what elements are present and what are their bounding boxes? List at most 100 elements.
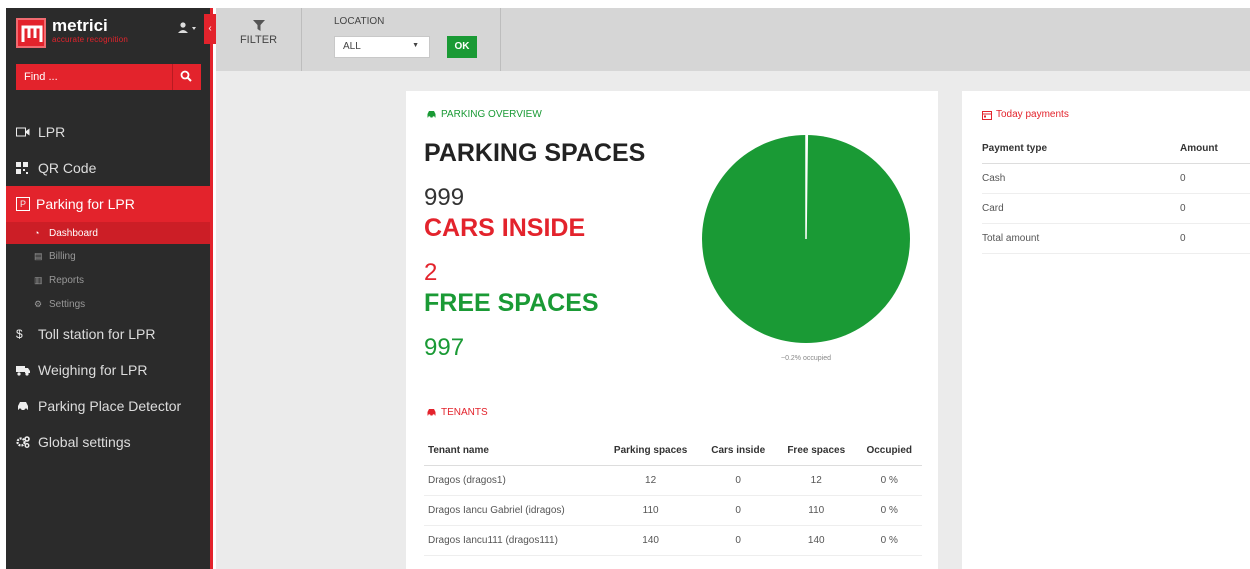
search-input[interactable] <box>16 64 171 90</box>
sidebar-item-label: Parking Place Detector <box>38 398 182 414</box>
dollar-icon: $ <box>16 327 23 341</box>
table-header-row: Tenant name Parking spaces Cars inside F… <box>424 437 922 466</box>
sidebar-item-label: LPR <box>38 124 66 140</box>
parking-spaces-cell: 140 <box>600 525 701 556</box>
location-label: LOCATION <box>334 16 385 27</box>
free-spaces-cell: 110 <box>776 495 857 526</box>
qrcode-icon <box>16 162 34 174</box>
user-menu-icon[interactable] <box>178 22 198 37</box>
cars-inside-cell: 0 <box>700 465 777 496</box>
truck-icon <box>16 365 34 376</box>
car-icon <box>16 401 34 412</box>
search-divider <box>172 64 173 90</box>
filter-button[interactable]: FILTER <box>216 8 302 71</box>
table-row[interactable]: Dragos Iancu Gabriel (idragos) 110 0 110… <box>424 495 922 526</box>
amount-cell: 0 <box>1180 223 1250 254</box>
sidebar-item-label: Parking for LPR <box>36 196 135 212</box>
app-name: metrici <box>52 16 108 35</box>
column-header: Free spaces <box>776 437 857 466</box>
tenants-title: TENANTS <box>426 407 488 418</box>
sidebar-item-parking-for-lpr[interactable]: P Parking for LPR <box>6 186 210 222</box>
brand: metrici accurate recognition <box>6 8 210 58</box>
main-content: PARKING OVERVIEW PARKING SPACES 999 CARS… <box>216 71 1250 569</box>
sidebar-item-label: Weighing for LPR <box>38 362 148 378</box>
sidebar-subitem-label: Settings <box>49 298 86 310</box>
section-title-text: Today payments <box>996 109 1069 120</box>
sidebar-subitem-billing[interactable]: ▤ Billing <box>6 244 210 268</box>
column-header: Payment type <box>982 135 1180 164</box>
parking-icon: P <box>16 197 30 211</box>
sidebar-item-lpr[interactable]: LPR <box>6 114 210 150</box>
bar-chart-icon: ▥ <box>34 274 43 285</box>
dashboard-icon: ◔ <box>34 228 40 238</box>
sidebar-item-parking-place-detector[interactable]: Parking Place Detector <box>6 388 210 424</box>
camera-icon <box>16 127 34 137</box>
sidebar-collapse-button[interactable]: ‹ <box>204 14 216 44</box>
amount-cell: 0 <box>1180 163 1250 194</box>
sidebar-subitem-settings[interactable]: ⚙ Settings <box>6 292 210 316</box>
column-header: Parking spaces <box>600 437 701 466</box>
free-spaces-cell: 12 <box>776 465 857 496</box>
billing-icon: ▤ <box>34 250 43 261</box>
chevron-down-icon: ▼ <box>412 42 419 49</box>
tenant-name-cell: Dragos (dragos1) <box>424 465 601 496</box>
payment-type-cell: Total amount <box>982 223 1180 254</box>
cars-inside-label: CARS INSIDE <box>424 214 586 242</box>
calendar-icon <box>982 110 992 120</box>
section-title-text: TENANTS <box>441 407 488 418</box>
table-row[interactable]: Dragos Iancu111 (dragos111) 140 0 140 0 … <box>424 525 922 556</box>
sidebar-item-toll-station[interactable]: $ Toll station for LPR <box>6 316 210 352</box>
parking-spaces-label: PARKING SPACES <box>424 139 646 167</box>
sidebar-item-label: Global settings <box>38 434 131 450</box>
parking-overview-title: PARKING OVERVIEW <box>426 109 542 120</box>
sidebar-item-global-settings[interactable]: Global settings <box>6 424 210 460</box>
search-icon <box>180 70 192 82</box>
table-row[interactable]: Dragos (dragos1) 12 0 12 0 % <box>424 465 922 496</box>
sidebar-item-qr-code[interactable]: QR Code <box>6 150 210 186</box>
parking-spaces-value: 999 <box>424 184 465 211</box>
sidebar-subitem-reports[interactable]: ▥ Reports <box>6 268 210 292</box>
parking-spaces-cell: 12 <box>600 465 701 496</box>
free-spaces-cell: 140 <box>776 525 857 556</box>
tenants-table: Tenant name Parking spaces Cars inside F… <box>424 437 922 556</box>
section-title-text: PARKING OVERVIEW <box>441 109 542 120</box>
table-row: Card 0 <box>982 193 1250 224</box>
metrici-logo-icon[interactable] <box>16 18 46 48</box>
payment-type-cell: Card <box>982 193 1180 224</box>
occupancy-pie-chart <box>702 134 910 343</box>
car-icon <box>427 111 436 119</box>
app-tagline: accurate recognition <box>52 35 129 44</box>
parking-spaces-cell: 110 <box>600 495 701 526</box>
tenant-name-cell: Dragos Iancu Gabriel (idragos) <box>424 495 601 526</box>
car-icon <box>427 409 436 417</box>
sidebar-subitem-label: Dashboard <box>49 227 98 239</box>
parking-overview-panel: PARKING OVERVIEW PARKING SPACES 999 CARS… <box>406 91 938 569</box>
cars-inside-cell: 0 <box>700 525 777 556</box>
table-header-row: Payment type Amount <box>982 135 1250 164</box>
sidebar-item-label: Toll station for LPR <box>38 326 156 342</box>
sidebar-subitem-dashboard[interactable]: ◔ Dashboard <box>6 222 210 244</box>
occupied-caption: ~0.2% occupied <box>780 355 831 362</box>
search-box <box>16 64 201 90</box>
cars-inside-value: 2 <box>424 259 438 286</box>
cogs-icon <box>16 436 34 448</box>
location-select[interactable]: ALL ▼ <box>334 36 430 58</box>
column-header: Tenant name <box>424 437 601 466</box>
filter-icon <box>252 20 265 31</box>
sidebar-subitem-label: Reports <box>49 274 85 286</box>
sidebar-item-weighing[interactable]: Weighing for LPR <box>6 352 210 388</box>
search-button[interactable] <box>177 68 195 86</box>
column-header: Occupied <box>856 437 922 466</box>
sidebar-nav: LPR QR Code P Parking for LPR ◔ Dashboar… <box>6 114 210 460</box>
table-row: Cash 0 <box>982 163 1250 194</box>
column-header: Amount <box>1180 135 1250 164</box>
ok-button[interactable]: OK <box>447 36 477 58</box>
free-spaces-label: FREE SPACES <box>424 289 599 317</box>
location-value: ALL <box>343 41 361 52</box>
occupied-cell: 0 % <box>856 495 922 526</box>
payments-table: Payment type Amount Cash 0 Card 0 Total … <box>982 135 1250 254</box>
column-header: Cars inside <box>700 437 777 466</box>
cars-inside-cell: 0 <box>700 495 777 526</box>
tenant-name-cell: Dragos Iancu111 (dragos111) <box>424 525 601 556</box>
gear-icon: ⚙ <box>34 298 43 309</box>
